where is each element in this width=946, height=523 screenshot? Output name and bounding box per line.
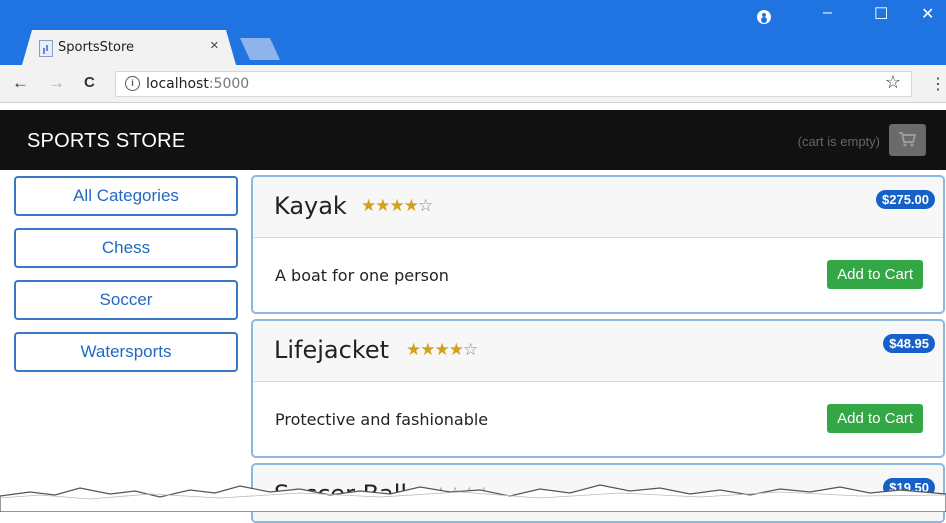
url-host: localhost <box>146 76 209 92</box>
forward-arrow-icon[interactable]: → <box>48 73 65 93</box>
new-tab-button[interactable] <box>240 38 280 60</box>
shopping-cart-icon <box>899 132 916 147</box>
product-description: A boat for one person <box>275 266 449 285</box>
browser-menu-icon[interactable]: ⋮ <box>930 74 946 94</box>
product-card: Kayak ★★★★☆ $275.00 A boat for one perso… <box>251 175 945 314</box>
store-brand[interactable]: SPORTS STORE <box>27 130 185 153</box>
browser-tab[interactable]: SportsStore × <box>22 30 236 65</box>
add-to-cart-button[interactable]: Add to Cart <box>827 404 923 433</box>
product-card: Lifejacket ★★★★☆ $48.95 Protective and f… <box>251 319 945 458</box>
bookmark-star-icon[interactable]: ☆ <box>885 72 901 93</box>
site-info-icon[interactable]: i <box>125 76 140 91</box>
account-icon[interactable] <box>757 10 771 24</box>
browser-titlebar: SportsStore × – ☐ ✕ <box>0 0 946 65</box>
cart-status: (cart is empty) <box>797 134 880 149</box>
maximize-button[interactable]: ☐ <box>874 4 888 24</box>
product-name: Lifejacket <box>274 336 390 364</box>
page-favicon-icon <box>39 40 53 57</box>
category-soccer-button[interactable]: Soccer <box>14 280 238 320</box>
category-all-button[interactable]: All Categories <box>14 176 238 216</box>
product-card-body: A boat for one person Add to Cart <box>253 238 943 312</box>
rating-stars-icon: ★★★★☆ <box>406 340 478 359</box>
category-watersports-button[interactable]: Watersports <box>14 332 238 372</box>
reload-icon[interactable]: C <box>84 74 95 91</box>
price-badge: $48.95 <box>883 334 935 353</box>
cart-button[interactable] <box>889 124 926 156</box>
browser-toolbar: ← → C i localhost:5000 ☆ ⋮ <box>0 65 946 103</box>
url-port: :5000 <box>208 76 250 92</box>
product-name: Kayak <box>274 192 347 220</box>
product-card-body: Protective and fashionable Add to Cart <box>253 382 943 456</box>
rating-stars-icon: ★★★★☆ <box>361 196 433 215</box>
product-card-header: Kayak ★★★★☆ $275.00 <box>253 177 943 238</box>
tab-title: SportsStore <box>58 40 135 55</box>
store-navbar: SPORTS STORE (cart is empty) <box>0 110 946 170</box>
close-tab-icon[interactable]: × <box>210 37 219 54</box>
back-arrow-icon[interactable]: ← <box>12 73 29 93</box>
product-description: Protective and fashionable <box>275 410 489 429</box>
torn-edge <box>0 484 946 512</box>
url-text: localhost:5000 <box>146 76 249 92</box>
product-card-header: Lifejacket ★★★★☆ $48.95 <box>253 321 943 382</box>
add-to-cart-button[interactable]: Add to Cart <box>827 260 923 289</box>
category-chess-button[interactable]: Chess <box>14 228 238 268</box>
price-badge: $275.00 <box>876 190 935 209</box>
minimize-button[interactable]: – <box>823 4 832 22</box>
close-window-button[interactable]: ✕ <box>921 4 934 24</box>
address-bar[interactable]: i localhost:5000 ☆ <box>115 71 912 97</box>
